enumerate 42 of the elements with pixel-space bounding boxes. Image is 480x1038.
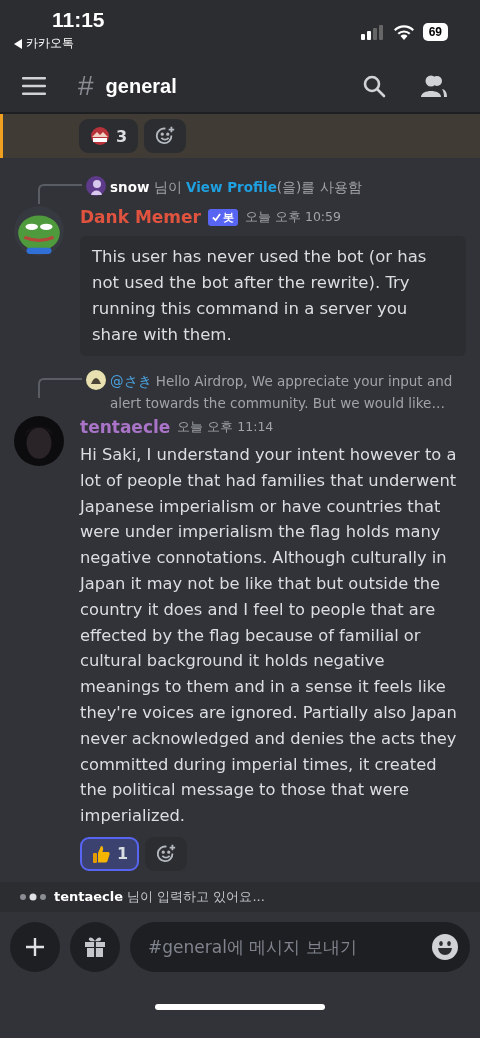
channel-title: general [105, 74, 177, 98]
server-emoji-icon [90, 126, 110, 146]
bot-tag: 봇 [208, 208, 238, 226]
message-timestamp: 오늘 오후 11:14 [177, 418, 274, 436]
channel-hash: # [78, 70, 94, 102]
reaction-button[interactable]: 1 [80, 836, 140, 871]
interaction-text: snow 님이 View Profile(을)를 사용함 [110, 178, 363, 197]
menu-icon[interactable] [22, 77, 46, 95]
message-timestamp: 오늘 오후 10:59 [245, 208, 341, 226]
command-link[interactable]: View Profile [186, 179, 277, 195]
typing-indicator-icon [20, 893, 46, 901]
check-icon [212, 212, 221, 222]
reply-preview[interactable]: @さき Hello Airdrop, We appreciate your input and alert towards the community. But we would like… [110, 370, 480, 414]
bot-response-card: This user has never used the bot (or has not used the bot after the rewrite). Try running this command in a server you share with them. [80, 236, 466, 356]
gift-icon [83, 935, 107, 959]
add-reaction-icon [154, 125, 177, 147]
message-text: Hi Saki, I understand your intent however to a lot of people that had families that underwent Japanese imperialism or have countries that were under imperialism the flag holds many negative connotations. Although culturally in Japan it may not be like that but outside the country it does and I feel to people that are effected by the flag because of familial or cultural background it holds negative meanings to them and in a sense it feels like they're voices are ignored. Partially also Japan never acknowledged and denies the acts they committed during imperial times, it created the political message to those that were imperialized. [80, 444, 458, 828]
reply-connector [38, 184, 82, 204]
author-name[interactable]: tentaecle [80, 417, 171, 437]
search-icon[interactable] [362, 74, 386, 98]
typing-status: tentaecle 님이 입력하고 있어요... [54, 888, 265, 906]
author-name[interactable]: Dank Memer [80, 207, 201, 227]
back-to-app-link[interactable]: 카카오톡 [14, 32, 105, 52]
add-reaction-button[interactable] [144, 119, 187, 153]
reply-connector [38, 378, 82, 398]
message-input[interactable]: #general에 메시지 보내기 [130, 922, 470, 972]
back-arrow-icon [14, 38, 22, 49]
avatar-icon [86, 370, 106, 390]
add-reaction-button[interactable] [145, 836, 188, 871]
plus-icon [25, 937, 45, 957]
battery-indicator: 69 [422, 23, 448, 41]
emoji-icon[interactable] [432, 934, 458, 960]
gift-button[interactable] [70, 922, 120, 972]
wifi-icon [392, 24, 415, 40]
avatar-icon [86, 176, 106, 196]
add-attachment-button[interactable] [10, 922, 60, 972]
signal-icon [360, 24, 385, 40]
reaction-button[interactable]: 3 [79, 119, 139, 153]
status-time: 11:15 [51, 8, 105, 32]
members-icon[interactable] [420, 74, 448, 98]
add-reaction-icon [155, 842, 178, 865]
thumbs-up-icon [91, 843, 111, 864]
